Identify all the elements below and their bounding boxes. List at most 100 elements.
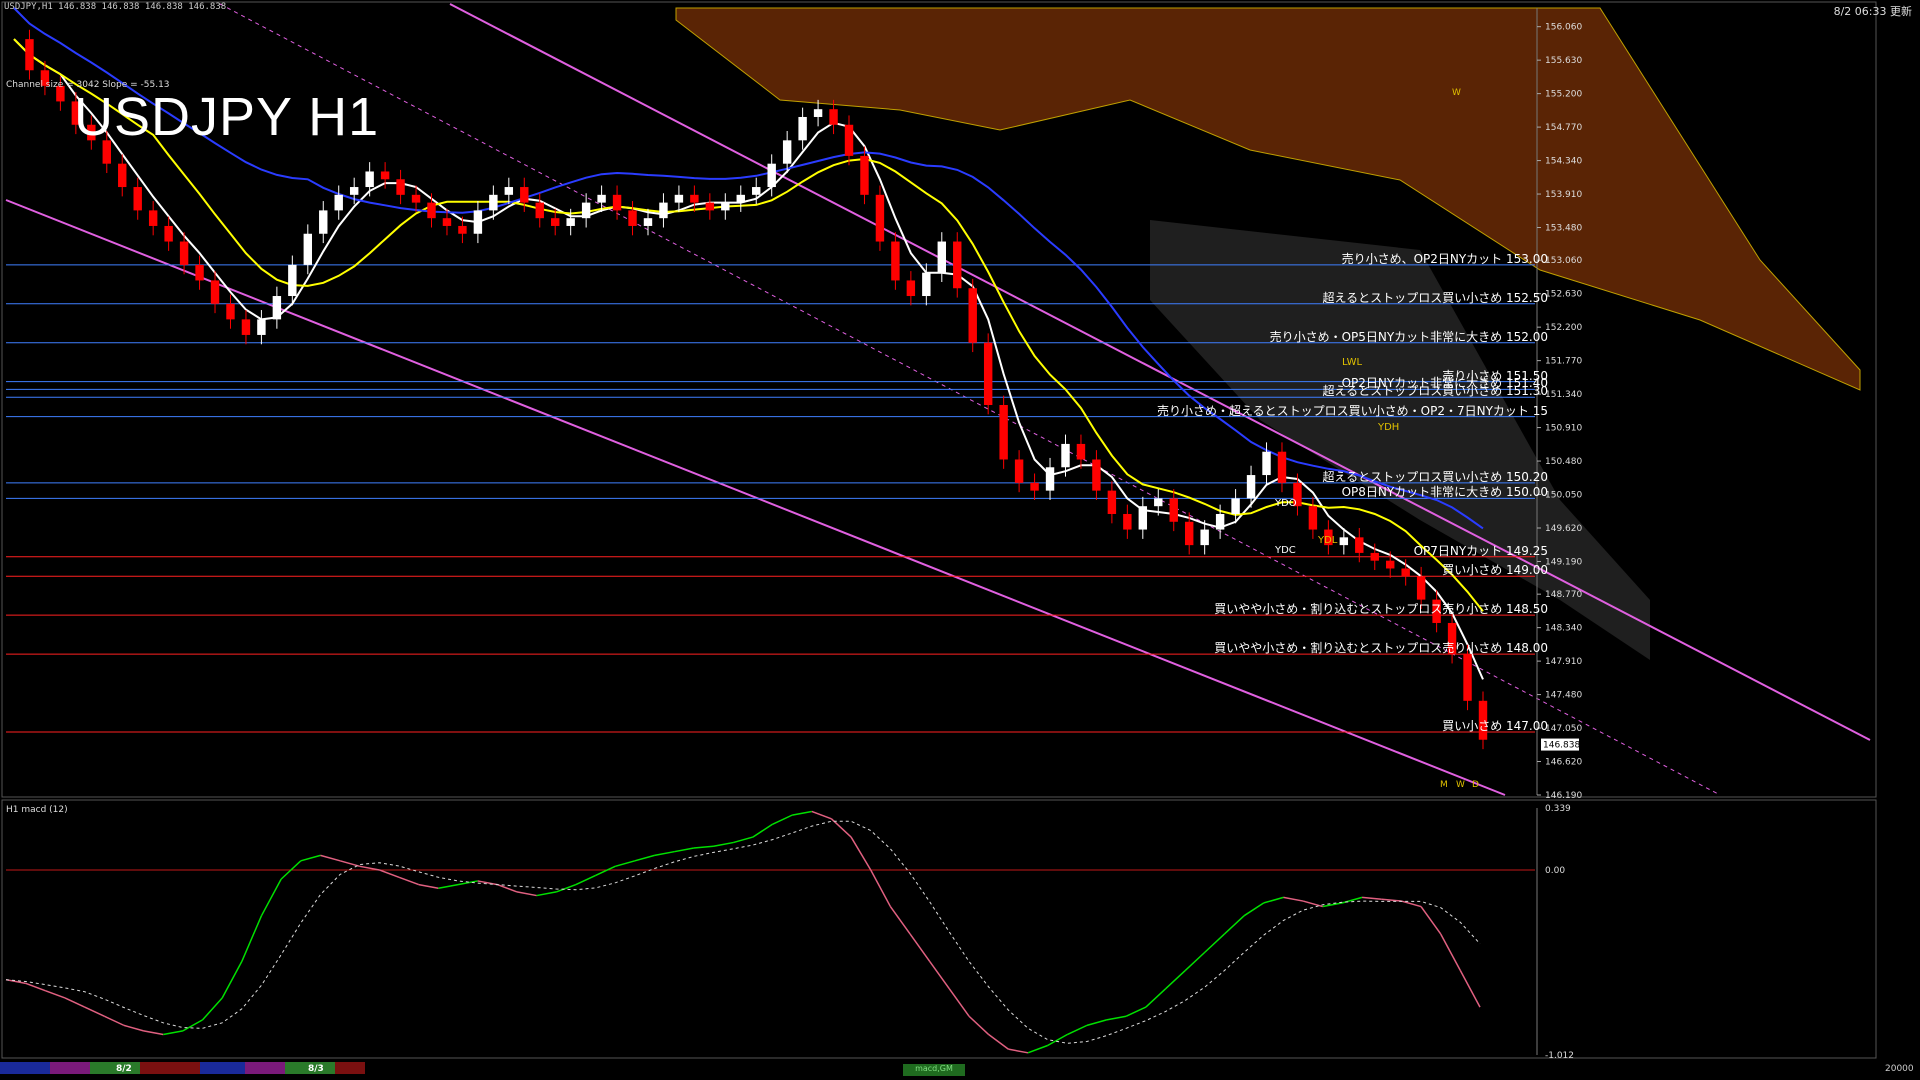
period-mark: D xyxy=(1472,780,1479,790)
box-label: LWL xyxy=(1342,357,1363,368)
candle-body xyxy=(551,218,560,226)
price-tick-label: 149.620 xyxy=(1545,524,1582,534)
candle-body xyxy=(1014,459,1024,483)
level-annotation: 超えるとストップロス買い小さめ 150.20 xyxy=(1322,469,1548,484)
price-tick-label: 149.190 xyxy=(1545,557,1582,567)
candle-body xyxy=(1184,521,1194,546)
level-annotation: 買い小さめ 147.00 xyxy=(1442,718,1548,733)
candle-body xyxy=(581,202,591,219)
candle-body xyxy=(875,194,885,242)
candle-body xyxy=(1308,506,1318,530)
price-tick-label: 152.630 xyxy=(1545,290,1582,300)
candle-body xyxy=(164,225,173,242)
symbol-line: USDJPY,H1 146.838 146.838 146.838 146.83… xyxy=(4,2,227,12)
period-mark: M xyxy=(1440,780,1448,790)
candle-body xyxy=(721,202,730,211)
box-label: YDO xyxy=(1275,498,1297,509)
zoom-value: 20000 xyxy=(1885,1064,1914,1074)
macd-label: H1 macd (12) xyxy=(6,805,68,815)
candle-body xyxy=(1092,459,1101,491)
price-tick-label: 150.910 xyxy=(1545,424,1582,434)
candle-body xyxy=(458,225,467,234)
price-tick-label: 148.340 xyxy=(1545,624,1582,634)
price-tick-label: 153.480 xyxy=(1545,224,1582,234)
candle-body xyxy=(1123,513,1132,530)
level-annotation: 買いやや小さめ・割り込むとストップロス売り小さめ 148.00 xyxy=(1214,641,1548,656)
candle-body xyxy=(1045,467,1055,491)
level-annotation: 売り小さめ・OP5日NYカット非常に大きめ 152.00 xyxy=(1269,329,1548,344)
candle-body xyxy=(1215,513,1225,530)
candle-body xyxy=(1463,654,1472,701)
candle-body xyxy=(1138,506,1148,530)
candle-body xyxy=(705,202,715,211)
date-label-1: 8/2 xyxy=(116,1064,132,1074)
price-tick-label: 146.620 xyxy=(1545,758,1582,768)
candle-body xyxy=(349,187,359,195)
chart-stage[interactable]: 156.060 155.630 155.200 154.770 154.340 153.9… xyxy=(0,0,1920,1080)
candle-body xyxy=(983,342,993,406)
box-label: YDH xyxy=(1378,422,1400,433)
candle-body xyxy=(210,280,220,304)
candle-body xyxy=(427,202,436,219)
candle-body xyxy=(1277,451,1287,483)
candle-body xyxy=(612,194,622,211)
level-annotation: 買い小さめ 149.00 xyxy=(1442,563,1548,578)
update-timestamp: 8/2 06:33 更新 xyxy=(1833,5,1912,18)
candle-body xyxy=(643,218,653,226)
candle-body xyxy=(179,241,189,265)
price-tick-label: 147.910 xyxy=(1545,657,1582,667)
candle-body xyxy=(288,264,297,297)
price-tick-label: 148.770 xyxy=(1545,590,1582,600)
candle-body xyxy=(922,272,931,297)
price-tick-label: 147.480 xyxy=(1545,691,1582,701)
candle-body xyxy=(782,140,792,164)
candle-body xyxy=(844,124,854,156)
candle-body xyxy=(133,187,142,211)
candle-body xyxy=(1107,490,1117,514)
level-annotation: 超えるとストップロス買い小さめ 151.30 xyxy=(1322,384,1548,399)
candle-body xyxy=(1262,451,1271,476)
candle-body xyxy=(1030,482,1039,491)
candle-body xyxy=(891,241,900,281)
macd-tab[interactable]: macd,GM xyxy=(903,1064,965,1076)
candle-body xyxy=(1370,552,1379,561)
candle-body xyxy=(241,319,251,335)
level-annotation: OP8日NYカット非常に大きめ 150.00 xyxy=(1341,485,1548,500)
candle-body xyxy=(396,179,405,195)
candle-body xyxy=(380,171,390,180)
price-tick-label: 152.200 xyxy=(1545,323,1582,333)
date-label-2: 8/3 xyxy=(308,1064,324,1074)
macd-tick-label: 0.339 xyxy=(1545,804,1571,814)
price-tick-label: 150.050 xyxy=(1545,491,1582,501)
price-tick-label: 155.200 xyxy=(1545,90,1582,100)
candle-body xyxy=(148,210,158,226)
candle-body xyxy=(628,210,637,226)
candle-body xyxy=(1401,568,1410,577)
candle-body xyxy=(813,109,823,117)
candle-body xyxy=(226,303,235,320)
price-chart[interactable]: 156.060 155.630 155.200 154.770 154.340 153.9… xyxy=(0,0,1920,1080)
current-price-label: 146.838 xyxy=(1543,741,1580,751)
candle-body xyxy=(1200,529,1209,546)
candle-body xyxy=(1154,498,1163,507)
candle-body xyxy=(195,264,204,281)
candle-body xyxy=(968,288,977,343)
candle-body xyxy=(442,218,452,226)
candle-body xyxy=(1386,560,1395,569)
candle-body xyxy=(752,187,761,195)
candle-body xyxy=(767,163,776,188)
candle-body xyxy=(953,241,962,289)
candle-body xyxy=(860,155,869,195)
candle-body xyxy=(999,405,1008,460)
period-mark: W xyxy=(1456,780,1465,790)
price-tick-label: 146.190 xyxy=(1545,791,1582,801)
candle-body xyxy=(1076,443,1086,460)
candle-body xyxy=(1246,475,1256,499)
price-tick-label: 153.910 xyxy=(1545,190,1582,200)
candle-body xyxy=(473,210,483,234)
price-tick-label: 154.770 xyxy=(1545,123,1582,133)
candle-body xyxy=(937,241,946,273)
candle-body xyxy=(319,210,328,234)
chart-title: USDJPY H1 xyxy=(74,87,380,147)
macd-tick-label: -1.012 xyxy=(1545,1051,1574,1061)
